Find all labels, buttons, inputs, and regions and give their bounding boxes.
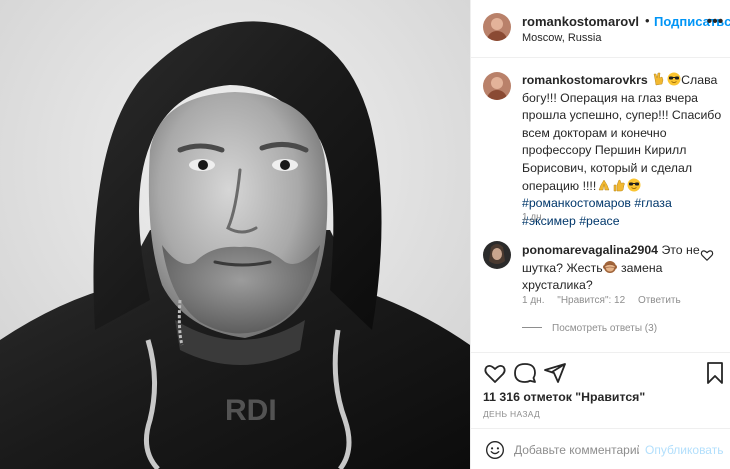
comment-meta: 1 дн. "Нравится": 12 Ответить [522, 295, 691, 306]
reply-button[interactable]: Ответить [638, 295, 681, 306]
emoji-smile-icon[interactable] [485, 440, 505, 460]
comment-icon[interactable] [513, 361, 537, 385]
post-side-panel: romankostomarovl • Подписаться Moscow, R… [470, 0, 730, 469]
caption-body: Слава богу!!! Операция на глаз вчера про… [522, 73, 722, 193]
hashtag-link[interactable]: #peace [579, 214, 619, 228]
replies-divider-line [522, 327, 542, 328]
hashtag-link[interactable]: #глаза [634, 196, 671, 210]
heart-icon[interactable] [483, 361, 507, 385]
caption-avatar[interactable] [483, 72, 511, 100]
thumbs-up-emoji [613, 179, 625, 191]
commenter-username[interactable]: ponomarevagalina2904 [522, 243, 658, 257]
comment-timestamp[interactable]: 1 дн. [522, 295, 544, 306]
post-timestamp[interactable]: День назад [483, 409, 540, 419]
author-username[interactable]: romankostomarovl [522, 14, 639, 29]
caption-timestamp[interactable]: 1 дн. [522, 212, 544, 223]
author-avatar[interactable] [483, 13, 511, 41]
separator-dot: • [645, 13, 650, 28]
instagram-post: RDI romankostomarovl • Подписаться Mosco… [0, 0, 730, 469]
view-replies-button[interactable]: Посмотреть ответы (3) [522, 323, 657, 334]
caption-text: romankostomarovkrs Слава богу!!! Операци… [522, 72, 722, 230]
caption-username[interactable]: romankostomarovkrs [522, 73, 648, 87]
likes-count: 11 316 [483, 390, 520, 404]
bookmark-icon[interactable] [703, 361, 727, 385]
sunglasses-emoji [667, 72, 681, 86]
commenter-avatar[interactable] [483, 241, 511, 269]
action-bar [471, 352, 730, 390]
post-header: romankostomarovl • Подписаться Moscow, R… [471, 0, 730, 58]
more-horizontal-icon[interactable]: ••• [706, 12, 724, 36]
publish-button[interactable]: Опубликовать [645, 443, 723, 457]
comment-text: ponomarevagalina2904 Это не шутка? Жесть… [522, 242, 702, 295]
hashtag-link[interactable]: #романкостомаров [522, 196, 631, 210]
selfie-photo: RDI [0, 0, 470, 469]
post-location[interactable]: Moscow, Russia [522, 32, 601, 44]
svg-text:RDI: RDI [225, 394, 277, 427]
view-replies-label: Посмотреть ответы (3) [552, 323, 658, 334]
comment-likes-count[interactable]: "Нравится": 12 [557, 295, 625, 306]
comment-input[interactable] [514, 439, 639, 461]
comment-like-heart-icon[interactable] [700, 248, 714, 262]
praying-hands-emoji [598, 179, 610, 190]
victory-hand-emoji [653, 72, 663, 86]
likes-summary[interactable]: 11 316 отметок "Нравится" [483, 390, 645, 404]
sunglasses-emoji [627, 178, 641, 192]
share-icon[interactable] [543, 361, 567, 385]
see-no-evil-monkey-emoji [603, 260, 618, 273]
add-comment-bar: Опубликовать [471, 428, 730, 469]
likes-label: отметок "Нравится" [523, 390, 646, 404]
post-photo[interactable]: RDI [0, 0, 470, 469]
